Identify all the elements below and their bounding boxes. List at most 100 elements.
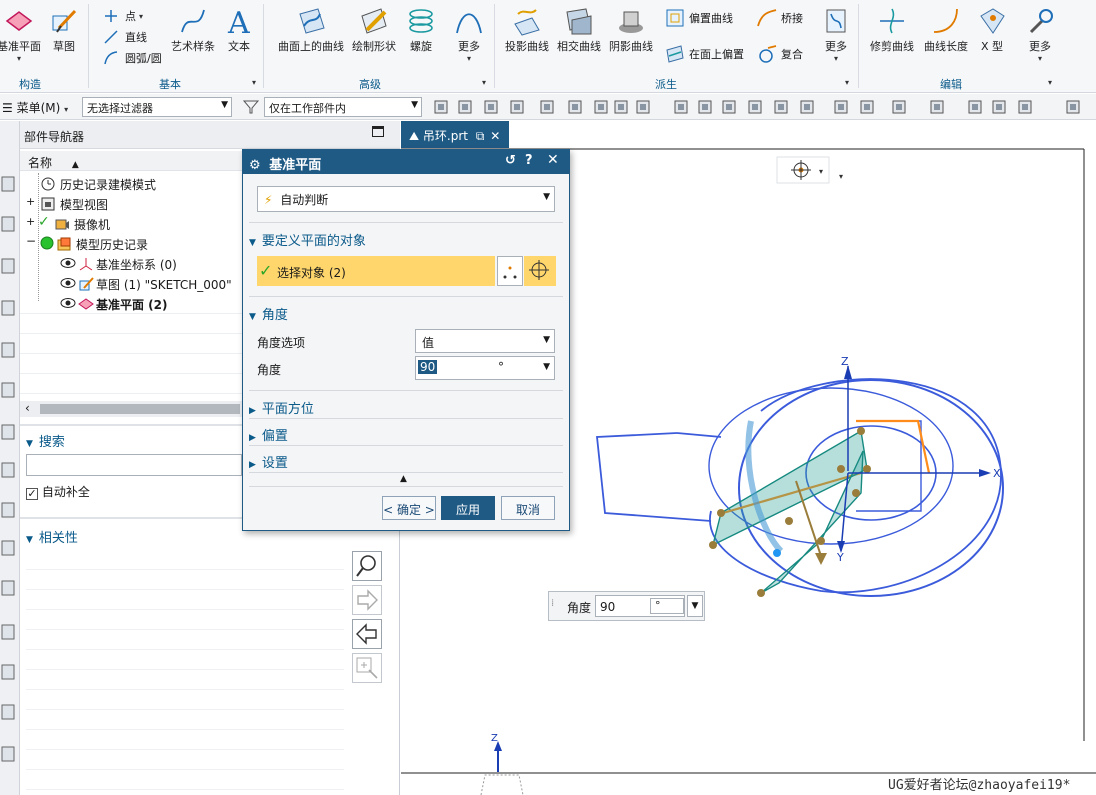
shadow-curve-button[interactable]: 阴影曲线 [606, 4, 656, 54]
snap-toggle-icon[interactable] [432, 98, 450, 116]
close-icon[interactable]: ✕ [547, 152, 559, 168]
autocomplete-checkbox[interactable]: ✓ 自动补全 [26, 483, 90, 500]
offset-on-face-button[interactable]: 在面上偏置 [664, 44, 744, 64]
expand-icon[interactable]: + [26, 215, 35, 228]
composite-button[interactable]: 复合 [756, 44, 803, 64]
render-icon[interactable] [832, 98, 850, 116]
next-button[interactable] [352, 585, 382, 615]
angle-input[interactable]: 90 ° ▼ [415, 356, 555, 380]
relevance-section-header[interactable]: ▼ 相关性 [26, 527, 78, 546]
cancel-button[interactable]: 取消 [501, 496, 555, 520]
sketch-button[interactable]: 草图 [46, 4, 82, 54]
chevron-down-icon[interactable]: ▾ [845, 78, 849, 87]
point-button[interactable]: 点 ▾ [100, 6, 143, 26]
horizontal-scrollbar[interactable]: ‹ [20, 401, 242, 417]
view-icon[interactable] [482, 98, 500, 116]
system-icon[interactable] [0, 577, 18, 599]
drag-handle-icon[interactable]: ⁞ [551, 598, 554, 609]
project-curve-button[interactable]: 投影曲线 [502, 4, 552, 54]
query-icon[interactable] [0, 661, 18, 683]
rotate-icon[interactable] [672, 98, 690, 116]
zoom-fit-button[interactable] [352, 653, 382, 683]
collapse-icon[interactable]: − [26, 234, 36, 248]
bridge-button[interactable]: 桥接 [756, 8, 803, 28]
zoom-icon[interactable] [634, 98, 652, 116]
tree-item-model-history[interactable]: − 模型历史记录 [20, 233, 242, 253]
shaded-icon[interactable] [720, 98, 738, 116]
objects-section-header[interactable]: ▼ 要定义平面的对象 [249, 230, 563, 249]
pan-icon[interactable] [696, 98, 714, 116]
solid-icon[interactable] [990, 98, 1008, 116]
wireframe-icon[interactable] [746, 98, 764, 116]
select-objects-row[interactable]: ✓ 选择对象 (2) [257, 256, 495, 286]
document-tab[interactable]: ⛰ 吊环.prt ⧉ ✕ [401, 121, 509, 148]
dialog-title-bar[interactable]: ⚙ 基准平面 ↺ ? ✕ [243, 150, 569, 174]
eye-icon[interactable] [60, 257, 76, 269]
offset-curve-button[interactable]: 偏置曲线 [664, 8, 733, 28]
scroll-left-icon[interactable]: ‹ [25, 401, 30, 415]
point-dialog-button[interactable] [497, 256, 523, 286]
helix-button[interactable]: 螺旋 [402, 4, 440, 54]
silhouette-icon[interactable] [928, 98, 946, 116]
web-icon[interactable] [0, 459, 18, 481]
angle-option-dropdown[interactable]: 值 ▼ [415, 329, 555, 353]
close-icon[interactable]: ✕ [490, 129, 500, 143]
snap-point-selector[interactable]: ▾ ▾ [776, 156, 843, 184]
scope-dropdown[interactable]: 仅在工作部件内 ▼ [264, 97, 422, 117]
find-button[interactable] [352, 551, 382, 581]
text-button[interactable]: A 文本 [222, 4, 256, 54]
previous-button[interactable] [352, 619, 382, 649]
reuse-icon[interactable] [0, 379, 18, 401]
scrollbar-thumb[interactable] [40, 404, 240, 414]
chevron-down-icon[interactable]: ▾ [252, 78, 256, 87]
display-icon[interactable] [1064, 98, 1082, 116]
edges-icon[interactable] [890, 98, 908, 116]
arc-circle-button[interactable]: 圆弧/圆 [100, 48, 162, 68]
curve-on-surface-button[interactable]: 曲面上的曲线 [276, 4, 346, 54]
settings-section-header[interactable]: ▶ 设置 [249, 452, 563, 471]
hd3d-icon[interactable] [0, 421, 18, 443]
tree-item-cameras[interactable]: + ✓ 摄像机 [20, 213, 242, 233]
lifting-ring-model[interactable]: Z X Y [596, 355, 1011, 597]
layer-icon[interactable] [798, 98, 816, 116]
chevron-down-icon[interactable]: ▾ [1048, 78, 1052, 87]
ok-button[interactable]: < 确定 > [382, 496, 436, 520]
process-icon[interactable] [0, 537, 18, 559]
angle-section-header[interactable]: ▼ 角度 [249, 304, 563, 323]
web-browser-icon[interactable] [0, 743, 18, 765]
curve-length-button[interactable]: 曲线长度 [920, 4, 972, 54]
angle-popup-dropdown[interactable]: ▼ [687, 595, 703, 617]
draw-shape-button[interactable]: 绘制形状 [350, 4, 398, 54]
part-nav-icon[interactable] [0, 297, 18, 319]
section-icon[interactable] [772, 98, 790, 116]
maximize-icon[interactable] [372, 126, 384, 137]
point-select-icon[interactable] [538, 98, 556, 116]
hidden-icon[interactable] [858, 98, 876, 116]
tree-item-model-views[interactable]: + 模型视图 [20, 193, 242, 213]
snap-point-button[interactable] [524, 256, 556, 286]
line-button[interactable]: 直线 [100, 27, 147, 47]
reset-icon[interactable]: ↺ [505, 153, 516, 168]
fit-icon[interactable] [612, 98, 630, 116]
selection-filter-dropdown[interactable]: 无选择过滤器 ▼ [82, 97, 232, 117]
sphere-icon[interactable] [0, 701, 18, 723]
eye-icon[interactable] [60, 277, 76, 289]
box-icon[interactable] [566, 98, 584, 116]
plane-type-dropdown[interactable]: ⚡ 自动判断 ▼ [257, 186, 555, 212]
tree-item-history-mode[interactable]: 历史记录建模模式 [20, 173, 242, 193]
art-spline-button[interactable]: 艺术样条 [168, 4, 218, 54]
tree-item-sketch[interactable]: 草图 (1) "SKETCH_000" [20, 273, 242, 293]
history-icon[interactable] [0, 339, 18, 361]
snap-point-icon[interactable] [456, 98, 474, 116]
help-icon[interactable]: ? [525, 153, 533, 168]
angle-popup-input[interactable]: 90 ° [595, 595, 685, 617]
apply-button[interactable]: 应用 [441, 496, 495, 520]
angle-popup-unit-box[interactable]: ° [650, 598, 684, 614]
eye-icon[interactable] [60, 297, 76, 309]
constraint-icon[interactable] [0, 255, 18, 277]
tree-item-datum-plane[interactable]: 基准平面 (2) [20, 293, 242, 313]
offset-section-header[interactable]: ▶ 偏置 [249, 425, 563, 444]
orient-icon[interactable] [508, 98, 526, 116]
assembly-icon[interactable] [0, 213, 18, 235]
expand-icon[interactable]: + [26, 195, 35, 208]
